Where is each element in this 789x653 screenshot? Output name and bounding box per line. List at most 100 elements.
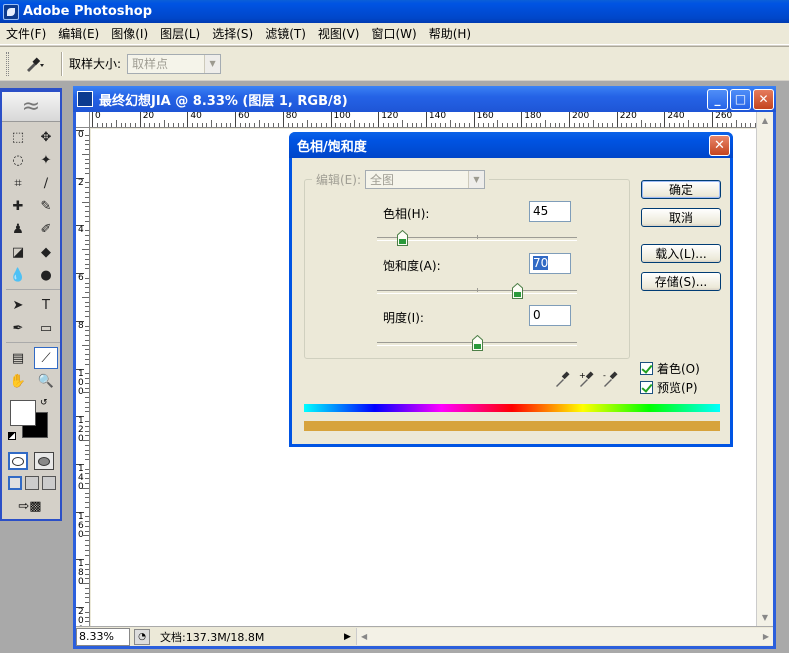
menu-image[interactable]: 图像(I) — [105, 24, 154, 44]
vruler-minor-tick — [82, 201, 89, 203]
scroll-down-arrow-icon[interactable]: ▼ — [757, 609, 773, 626]
brush-tool-icon[interactable]: ✎ — [34, 195, 58, 217]
maximize-button[interactable]: □ — [730, 88, 751, 110]
lightness-input[interactable]: 0 — [529, 305, 571, 326]
hruler-minor-tick — [545, 120, 547, 127]
add-to-sample-eyedropper-icon[interactable]: + — [578, 370, 596, 388]
standard-mode-icon[interactable] — [8, 452, 28, 470]
menu-edit[interactable]: 编辑(E) — [52, 24, 105, 44]
horizontal-scrollbar[interactable]: ◀ ▶ — [356, 628, 773, 645]
zoom-level-field[interactable]: 8.33% — [76, 627, 130, 646]
preview-label[interactable]: 预览(P) — [657, 379, 698, 396]
preview-option[interactable]: 预览(P) — [640, 379, 698, 396]
vertical-scrollbar[interactable]: ▲ ▼ — [756, 112, 773, 626]
menu-layer[interactable]: 图层(L) — [154, 24, 206, 44]
dialog-title-bar[interactable]: 色相/饱和度 ✕ — [289, 132, 733, 158]
status-info-icon[interactable]: ◔ — [134, 628, 150, 645]
scroll-right-arrow-icon[interactable]: ▶ — [763, 632, 769, 641]
menu-select[interactable]: 选择(S) — [206, 24, 259, 44]
blur-tool-icon[interactable]: 💧 — [6, 264, 30, 286]
saturation-slider[interactable] — [377, 283, 577, 299]
full-screen-mode-icon[interactable] — [42, 476, 56, 490]
sample-size-label: 取样大小: — [69, 57, 122, 71]
hue-slider-thumb[interactable] — [396, 230, 408, 246]
quick-mask-mode-icon[interactable] — [34, 452, 54, 470]
path-selection-tool-icon[interactable]: ➤ — [6, 294, 30, 316]
tool-preset-picker[interactable] — [15, 52, 55, 76]
hue-input[interactable]: 45 — [529, 201, 571, 222]
slice-tool-icon[interactable]: ∕ — [34, 172, 58, 194]
hruler-minor-tick — [464, 123, 466, 127]
ruler-origin[interactable] — [76, 112, 90, 128]
menu-help[interactable]: 帮助(H) — [423, 24, 477, 44]
subtract-from-sample-eyedropper-icon[interactable]: - — [602, 370, 620, 388]
vruler-minor-tick — [85, 544, 89, 546]
shape-tool-icon[interactable]: ▭ — [34, 317, 58, 339]
horizontal-ruler[interactable]: 0 20 40 60 80 100 120 140 160 180 200 220 240 260 — [90, 112, 758, 128]
pen-tool-icon[interactable]: ✒ — [6, 317, 30, 339]
close-button[interactable]: ✕ — [753, 88, 774, 110]
scroll-up-arrow-icon[interactable]: ▲ — [757, 112, 773, 129]
menu-file[interactable]: 文件(F) — [0, 24, 52, 44]
ok-button[interactable]: 确定 — [641, 180, 721, 199]
standard-screen-mode-icon[interactable] — [8, 476, 22, 490]
menu-filter[interactable]: 滤镜(T) — [259, 24, 312, 44]
magic-wand-tool-icon[interactable]: ✦ — [34, 149, 58, 171]
saturation-input[interactable]: 70 — [529, 253, 571, 274]
colorize-checkbox[interactable] — [640, 362, 653, 375]
scroll-left-arrow-icon[interactable]: ◀ — [361, 632, 367, 641]
lightness-slider[interactable] — [377, 335, 577, 351]
vruler-minor-tick — [85, 506, 89, 508]
crop-tool-icon[interactable]: ⌗ — [6, 172, 30, 194]
menu-view[interactable]: 视图(V) — [312, 24, 366, 44]
notes-tool-icon[interactable]: ▤ — [6, 347, 30, 369]
swap-colors-icon[interactable]: ↺ — [40, 398, 48, 408]
vruler-minor-tick — [85, 211, 89, 213]
dodge-tool-icon[interactable]: ● — [34, 264, 58, 286]
vertical-ruler[interactable]: 02468100120140160180200 — [76, 128, 90, 626]
type-tool-icon[interactable]: T — [34, 294, 58, 316]
preview-checkbox[interactable] — [640, 381, 653, 394]
minimize-button[interactable]: _ — [707, 88, 728, 110]
load-button[interactable]: 载入(L)... — [641, 244, 721, 263]
save-button[interactable]: 存储(S)... — [641, 272, 721, 291]
dialog-close-button[interactable]: ✕ — [709, 134, 730, 156]
vruler-minor-tick — [85, 378, 89, 380]
marquee-tool-icon[interactable]: ⬚ — [6, 126, 30, 148]
eyedropper-tool-icon[interactable]: ⟋ — [34, 347, 58, 369]
document-title-bar[interactable]: 最终幻想JIA @ 8.33% (图层 1, RGB/8) _ □ ✕ — [73, 86, 776, 112]
default-colors-icon[interactable] — [8, 432, 16, 440]
history-brush-tool-icon[interactable]: ✐ — [34, 218, 58, 240]
lasso-tool-icon[interactable]: ◌ — [6, 149, 30, 171]
jump-to-imageready-icon[interactable]: ⇨▩ — [8, 496, 52, 516]
eraser-tool-icon[interactable]: ◪ — [6, 241, 30, 263]
full-screen-menu-mode-icon[interactable] — [25, 476, 39, 490]
hruler-minor-tick — [230, 123, 232, 127]
saturation-slider-thumb[interactable] — [511, 283, 523, 299]
eyedropper-icon[interactable] — [554, 370, 572, 388]
healing-brush-tool-icon[interactable]: ✚ — [6, 195, 30, 217]
zoom-tool-icon[interactable]: 🔍 — [34, 370, 58, 392]
stamp-tool-icon[interactable]: ♟ — [6, 218, 30, 240]
lightness-slider-thumb[interactable] — [471, 335, 483, 351]
hand-tool-icon[interactable]: ✋ — [6, 370, 30, 392]
hruler-minor-tick — [111, 123, 113, 127]
hruler-minor-tick — [726, 123, 728, 127]
feather-logo-icon[interactable]: ≈ — [2, 92, 60, 122]
vruler-minor-tick — [85, 330, 89, 332]
hruler-minor-tick — [721, 123, 723, 127]
cancel-button[interactable]: 取消 — [641, 208, 721, 227]
paint-bucket-tool-icon[interactable]: ◆ — [34, 241, 58, 263]
colorize-option[interactable]: 着色(O) — [640, 360, 700, 377]
menu-window[interactable]: 窗口(W) — [365, 24, 422, 44]
vruler-minor-tick — [85, 387, 89, 389]
chevron-down-icon: ▼ — [204, 54, 221, 73]
sample-size-select[interactable]: 取样点 ▼ — [127, 53, 222, 74]
edit-select[interactable]: 全图 ▼ — [365, 170, 485, 189]
status-menu-arrow-icon[interactable]: ▶ — [344, 632, 356, 642]
foreground-color-swatch[interactable] — [10, 400, 36, 426]
hue-slider[interactable] — [377, 230, 577, 246]
colorize-label[interactable]: 着色(O) — [657, 360, 700, 377]
options-bar-grip[interactable] — [6, 51, 9, 76]
move-tool-icon[interactable]: ✥ — [34, 126, 58, 148]
